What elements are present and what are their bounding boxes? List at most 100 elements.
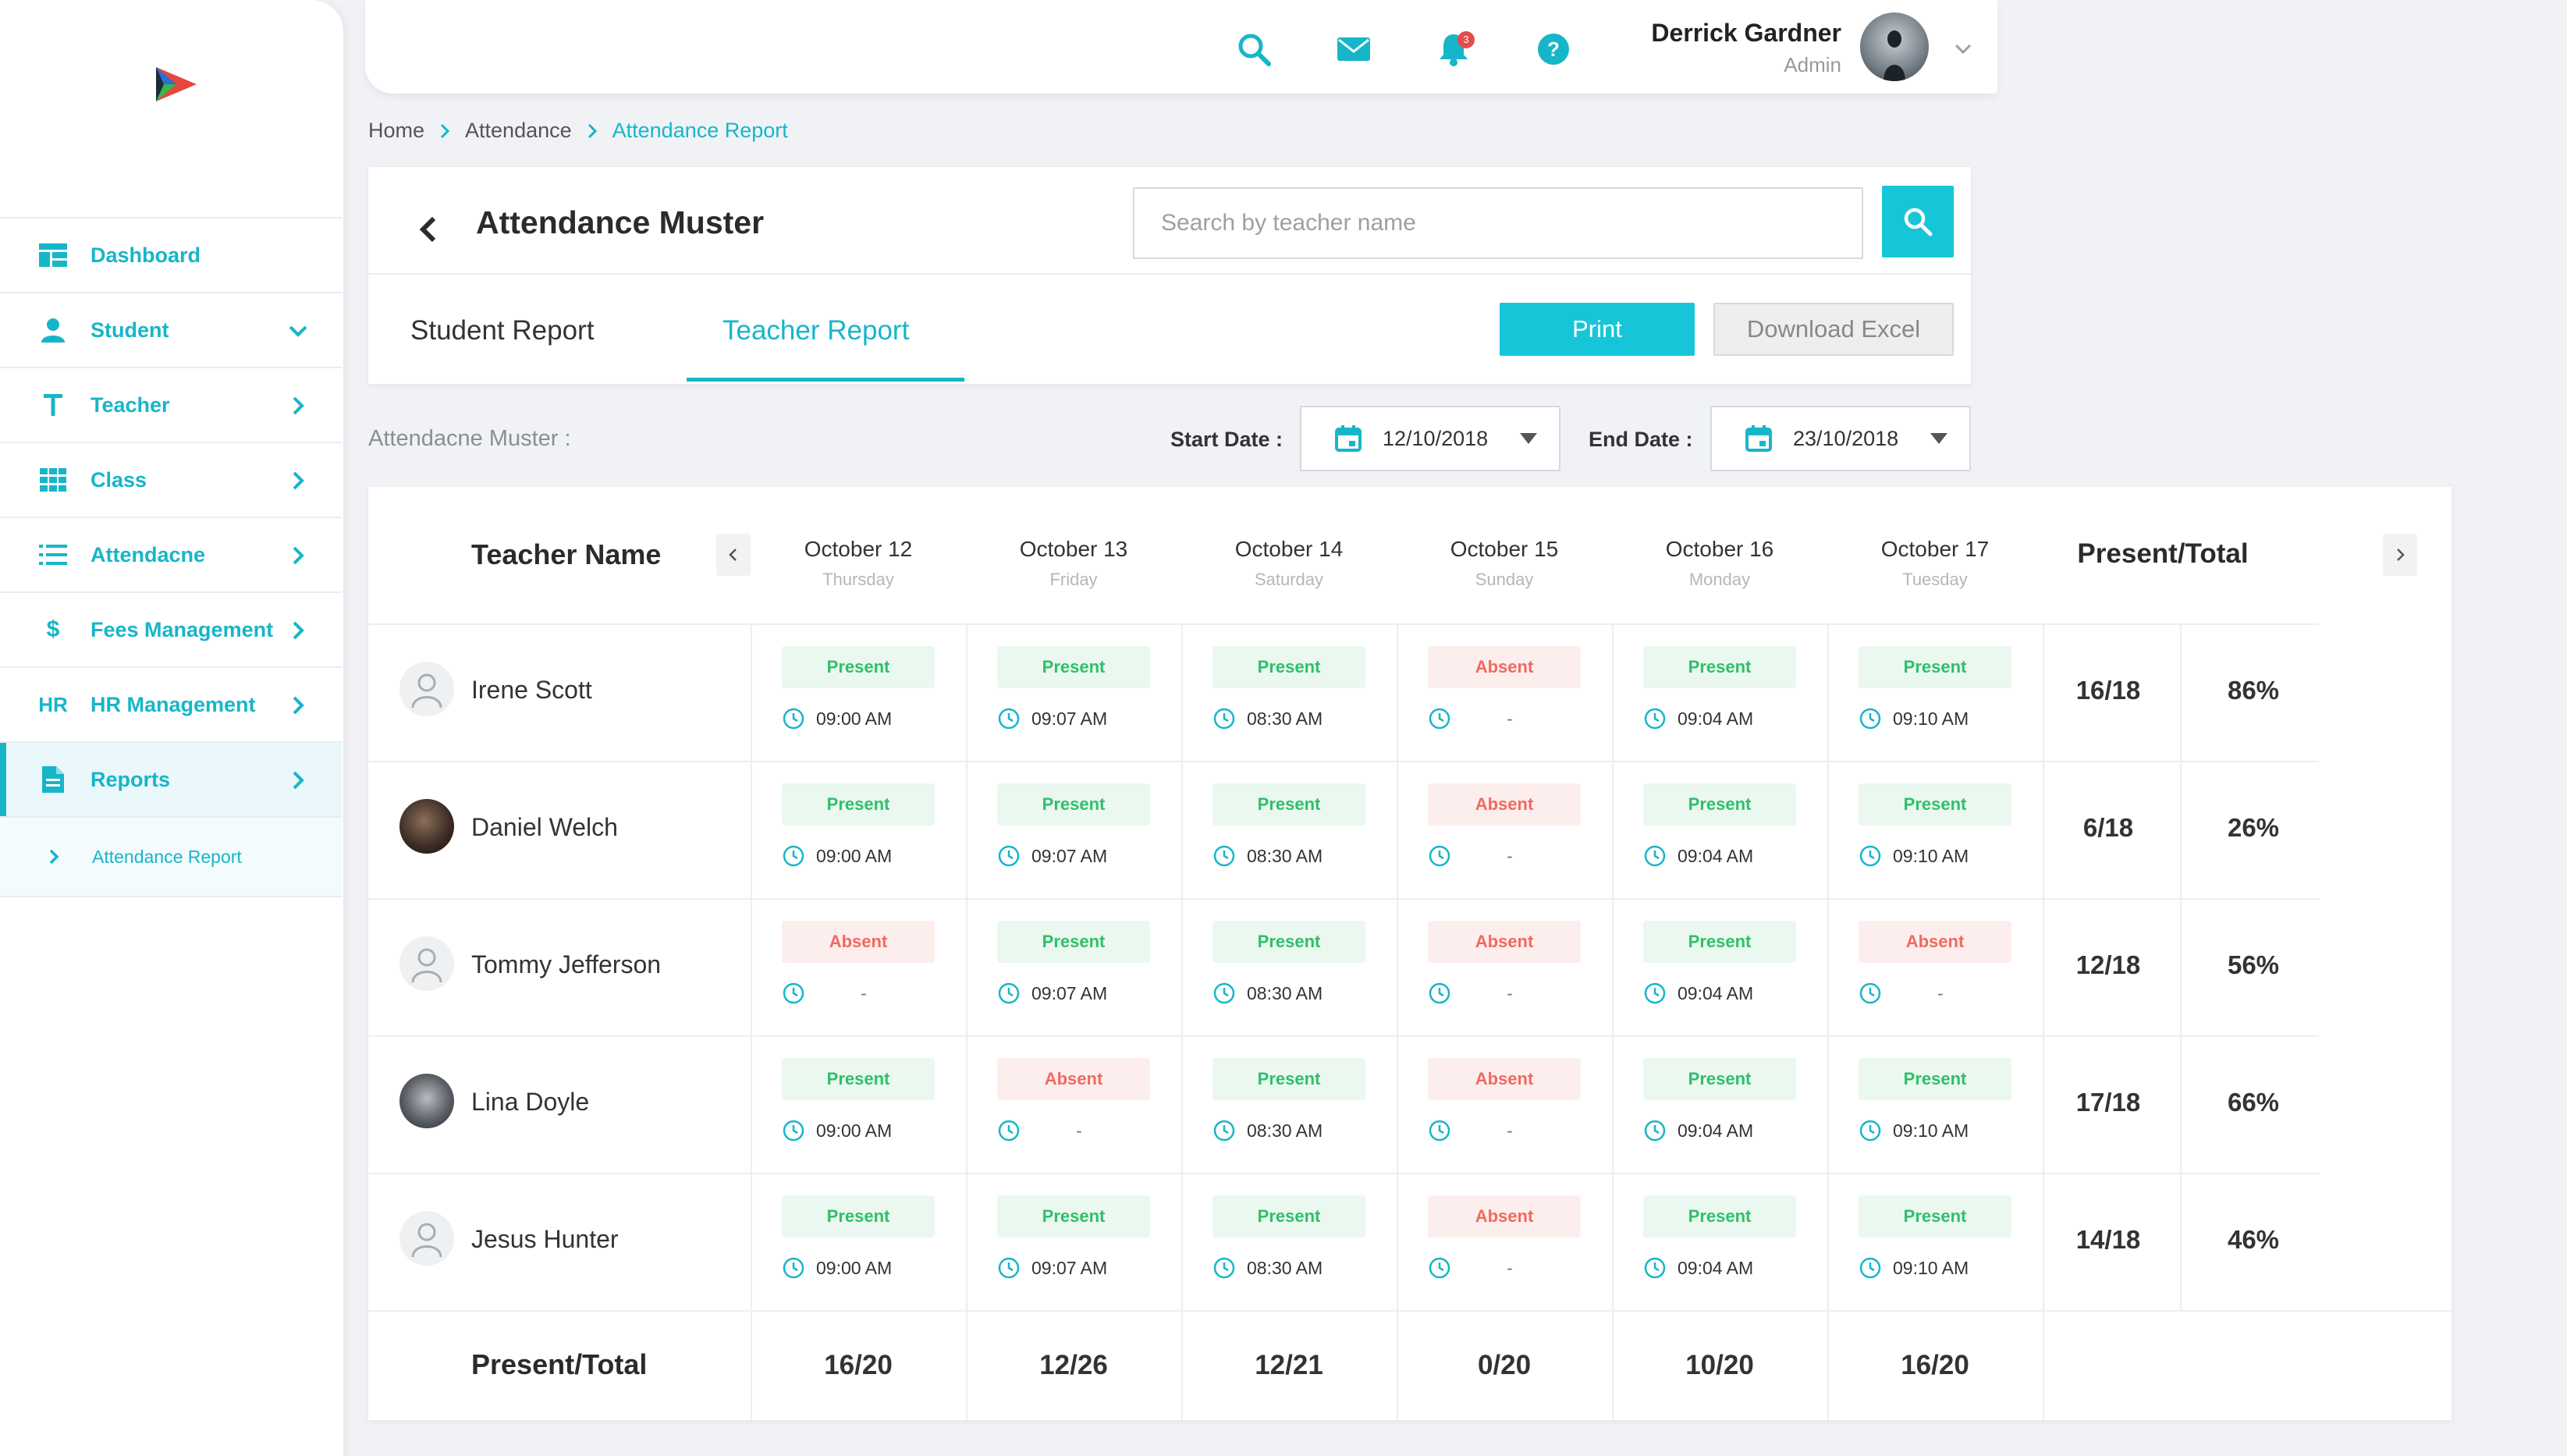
app-logo[interactable] [153, 66, 200, 105]
user-avatar[interactable] [1860, 12, 1929, 81]
day-header: October 16 Monday [1612, 537, 1827, 590]
present-ratio: 16/18 [2075, 676, 2141, 705]
attendance-cell: Present 09:00 AM [751, 1174, 966, 1311]
table-row: Lina Doyle Present 09:00 AM Absent - Present 0… [368, 1036, 2452, 1174]
check-in-time: 08:30 AM [1247, 846, 1323, 866]
attendance-cell: Present 09:10 AM [1827, 1174, 2043, 1311]
check-in-time: - [1507, 846, 1513, 866]
clock-icon [783, 982, 804, 1004]
svg-text:?: ? [1547, 37, 1560, 61]
teacher-name[interactable]: Tommy Jefferson [471, 950, 661, 979]
sidebar-item-dashboard[interactable]: Dashboard [0, 217, 342, 292]
next-days-button[interactable] [2383, 534, 2417, 576]
present-percent: 56% [2227, 950, 2280, 979]
start-date-value: 12/10/2018 [1383, 426, 1489, 450]
present-percent: 66% [2227, 1088, 2280, 1117]
day-header: October 15 Sunday [1397, 537, 1612, 590]
start-date-label: Start Date : [1170, 428, 1284, 451]
mail-icon[interactable] [1336, 31, 1372, 67]
sidebar-item-reports[interactable]: Reports [0, 741, 342, 816]
present-ratio: 6/18 [2082, 813, 2134, 842]
sidebar-item-hr[interactable]: HR HR Management [0, 666, 342, 741]
divider [368, 273, 1971, 275]
chevron-right-icon[interactable] [286, 393, 311, 418]
chevron-right-icon[interactable] [286, 543, 311, 568]
report-header-card: Attendance Muster Student Report Teacher… [368, 167, 1971, 384]
sidebar-item-attendance[interactable]: Attendacne [0, 517, 342, 591]
clock-icon [1859, 708, 1881, 730]
check-in-time: 09:07 AM [1031, 846, 1108, 866]
sidebar: Dashboard Student Teacher Class Attendac… [0, 0, 343, 1456]
chevron-down-icon[interactable] [1952, 37, 1974, 59]
search-input[interactable] [1133, 187, 1863, 259]
check-in-time: 09:04 AM [1678, 1120, 1754, 1141]
breadcrumb-home[interactable]: Home [368, 119, 424, 143]
hr-text-icon: HR [38, 692, 68, 716]
tab-teacher-report[interactable]: Teacher Report [723, 315, 909, 346]
teacher-name[interactable]: Daniel Welch [471, 813, 618, 842]
user-name: Derrick Gardner [1651, 19, 1841, 47]
sidebar-item-label: Teacher [91, 392, 170, 417]
clock-icon [1859, 845, 1881, 867]
status-badge: Present [1212, 1195, 1365, 1238]
teacher-name[interactable]: Jesus Hunter [471, 1225, 619, 1254]
check-in-time: 08:30 AM [1247, 983, 1323, 1003]
previous-days-button[interactable] [716, 534, 751, 576]
check-in-time: 09:04 AM [1678, 846, 1754, 866]
clock-icon [783, 845, 804, 867]
end-date-picker[interactable]: 23/10/2018 [1710, 406, 1971, 471]
sidebar-subitem-attendance-report[interactable]: Attendance Report [0, 816, 342, 897]
sidebar-item-student[interactable]: Student [0, 292, 342, 367]
sidebar-subitem-label: Attendance Report [92, 846, 242, 867]
print-button[interactable]: Print [1500, 303, 1695, 356]
download-excel-button[interactable]: Download Excel [1713, 303, 1954, 356]
teacher-name[interactable]: Lina Doyle [471, 1088, 589, 1117]
letter-t-icon [37, 389, 69, 421]
chevron-right-icon [588, 123, 597, 138]
clock-icon [1859, 1120, 1881, 1142]
status-badge: Present [782, 783, 935, 826]
attendance-cell: Present 09:04 AM [1612, 762, 1827, 899]
check-in-time: - [861, 983, 867, 1003]
clock-icon [1644, 1257, 1666, 1279]
day-weekday: Monday [1688, 570, 1751, 589]
chevron-down-icon[interactable] [286, 318, 311, 343]
clock-icon [783, 1257, 804, 1279]
status-badge: Present [1643, 1195, 1796, 1238]
chevron-right-icon[interactable] [286, 618, 311, 643]
chevron-right-icon[interactable] [286, 468, 311, 493]
sidebar-item-class[interactable]: Class [0, 442, 342, 517]
tab-student-report[interactable]: Student Report [410, 315, 594, 346]
attendance-cell: Present 09:04 AM [1612, 1174, 1827, 1311]
user-placeholder-icon [411, 673, 442, 708]
day-total: 12/26 [1039, 1350, 1108, 1380]
sidebar-item-fees[interactable]: $ Fees Management [0, 591, 342, 666]
day-weekday: Tuesday [1902, 570, 1968, 589]
search-icon[interactable] [1236, 31, 1272, 67]
breadcrumb-attendance[interactable]: Attendance [465, 119, 572, 143]
start-date-picker[interactable]: 12/10/2018 [1300, 406, 1560, 471]
attendance-cell: Absent - [1397, 899, 1612, 1036]
back-arrow-icon[interactable] [415, 212, 443, 247]
check-in-time: 09:04 AM [1678, 983, 1754, 1003]
help-icon[interactable]: ? [1536, 31, 1571, 67]
sidebar-item-teacher[interactable]: Teacher [0, 367, 342, 442]
attendance-cell: Present 09:10 AM [1827, 1036, 2043, 1174]
clock-icon [1213, 982, 1235, 1004]
notification-badge: 3 [1457, 31, 1475, 48]
chevron-right-icon[interactable] [286, 693, 311, 718]
chevron-right-icon [2397, 549, 2405, 561]
teacher-name[interactable]: Irene Scott [471, 676, 592, 705]
present-ratio: 14/18 [2075, 1225, 2141, 1254]
check-in-time: 08:30 AM [1247, 1120, 1323, 1141]
breadcrumb-current[interactable]: Attendance Report [612, 119, 788, 143]
muster-label: Attendacne Muster : [368, 426, 571, 451]
day-date: October 17 [1880, 537, 1990, 561]
teacher-avatar [399, 1211, 454, 1266]
search-button[interactable] [1882, 186, 1954, 257]
chevron-right-icon[interactable] [286, 768, 311, 793]
status-badge: Absent [1428, 1195, 1581, 1238]
search-icon [1904, 208, 1933, 236]
status-badge: Present [782, 1058, 935, 1100]
day-total: 10/20 [1685, 1350, 1754, 1380]
